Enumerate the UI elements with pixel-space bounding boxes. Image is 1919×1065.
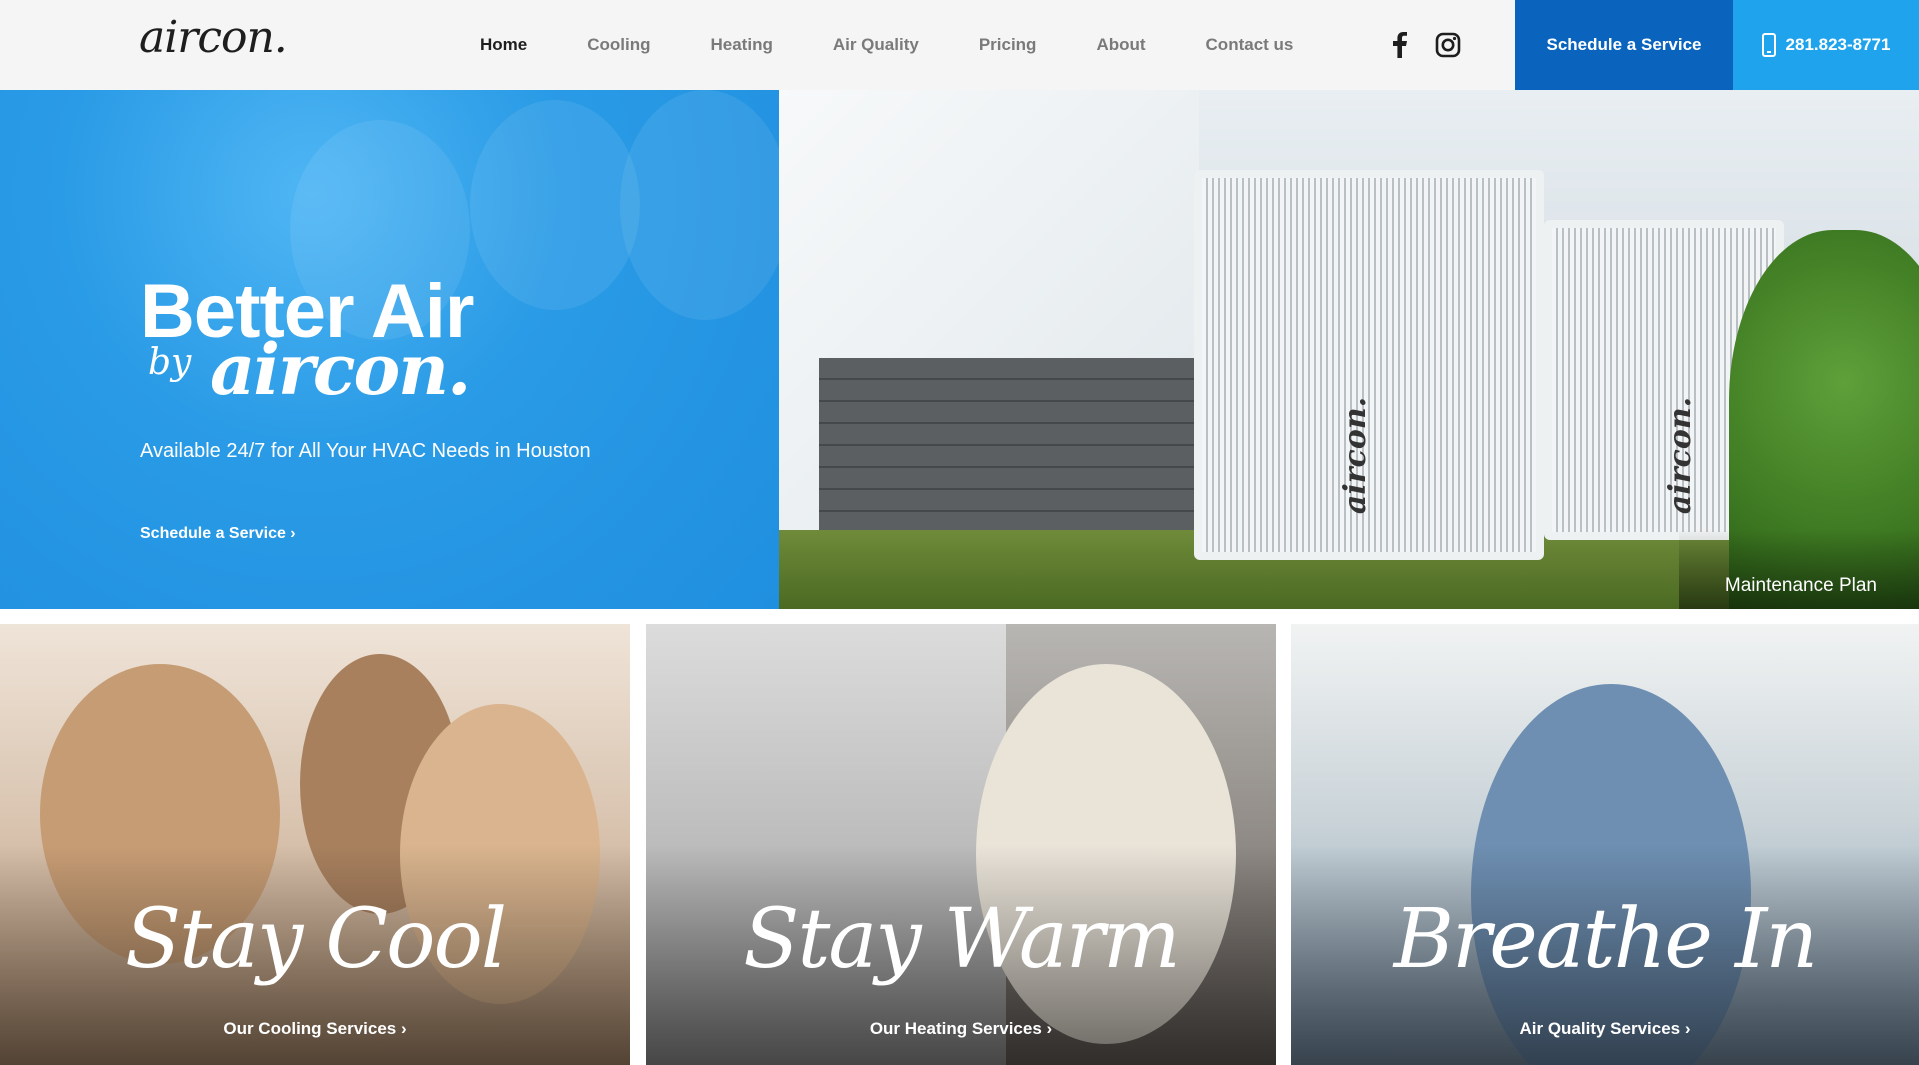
nav-item-about[interactable]: About xyxy=(1096,35,1145,55)
hero-by: by xyxy=(148,342,192,383)
site-logo[interactable]: aircon. xyxy=(139,12,288,63)
air-quality-card[interactable]: Breathe In Air Quality Services › xyxy=(1291,624,1919,1065)
ac-unit-brand: aircon. xyxy=(1338,396,1374,515)
main-nav: Home Cooling Heating Air Quality Pricing… xyxy=(480,0,1353,90)
nav-item-pricing[interactable]: Pricing xyxy=(979,35,1037,55)
hero-brand: aircon. xyxy=(210,328,471,411)
nav-item-cooling[interactable]: Cooling xyxy=(587,35,650,55)
nav-item-contact[interactable]: Contact us xyxy=(1206,35,1294,55)
ac-unit: aircon. xyxy=(1194,170,1544,560)
schedule-service-button[interactable]: Schedule a Service xyxy=(1515,0,1733,90)
caption-overlay xyxy=(1679,529,1919,609)
phone-icon xyxy=(1761,33,1776,57)
card-title: Breathe In xyxy=(1393,892,1818,987)
brick-wall xyxy=(819,358,1219,558)
hero-subtitle: Available 24/7 for All Your HVAC Needs i… xyxy=(140,440,591,462)
cooling-services-link[interactable]: Our Cooling Services › xyxy=(0,1019,630,1039)
hero-banner: Better Air by aircon. Available 24/7 for… xyxy=(0,90,779,609)
site-header: aircon. Home Cooling Heating Air Quality… xyxy=(0,0,1919,90)
card-title: Stay Cool xyxy=(124,892,507,987)
heating-services-link[interactable]: Our Heating Services › xyxy=(646,1019,1276,1039)
heating-card[interactable]: Stay Warm Our Heating Services › xyxy=(646,624,1276,1065)
maintenance-plan-image[interactable]: aircon. aircon. Maintenance Plan xyxy=(779,90,1919,609)
cooling-card[interactable]: Stay Cool Our Cooling Services › xyxy=(0,624,630,1065)
air-quality-services-link[interactable]: Air Quality Services › xyxy=(1291,1019,1919,1039)
hero-family-photo-2 xyxy=(470,100,640,310)
hero-schedule-link[interactable]: Schedule a Service › xyxy=(140,525,296,543)
nav-item-heating[interactable]: Heating xyxy=(711,35,773,55)
maintenance-plan-label[interactable]: Maintenance Plan xyxy=(1725,575,1877,597)
nav-item-air-quality[interactable]: Air Quality xyxy=(833,35,919,55)
hero-family-photo-3 xyxy=(620,90,779,320)
phone-button[interactable]: 281.823-8771 xyxy=(1733,0,1919,90)
instagram-icon[interactable] xyxy=(1434,31,1462,59)
card-title: Stay Warm xyxy=(743,892,1180,987)
nav-item-home[interactable]: Home xyxy=(480,35,527,55)
facebook-icon[interactable] xyxy=(1388,31,1412,59)
ac-unit-brand-secondary: aircon. xyxy=(1663,396,1699,515)
phone-number: 281.823-8771 xyxy=(1785,35,1891,54)
